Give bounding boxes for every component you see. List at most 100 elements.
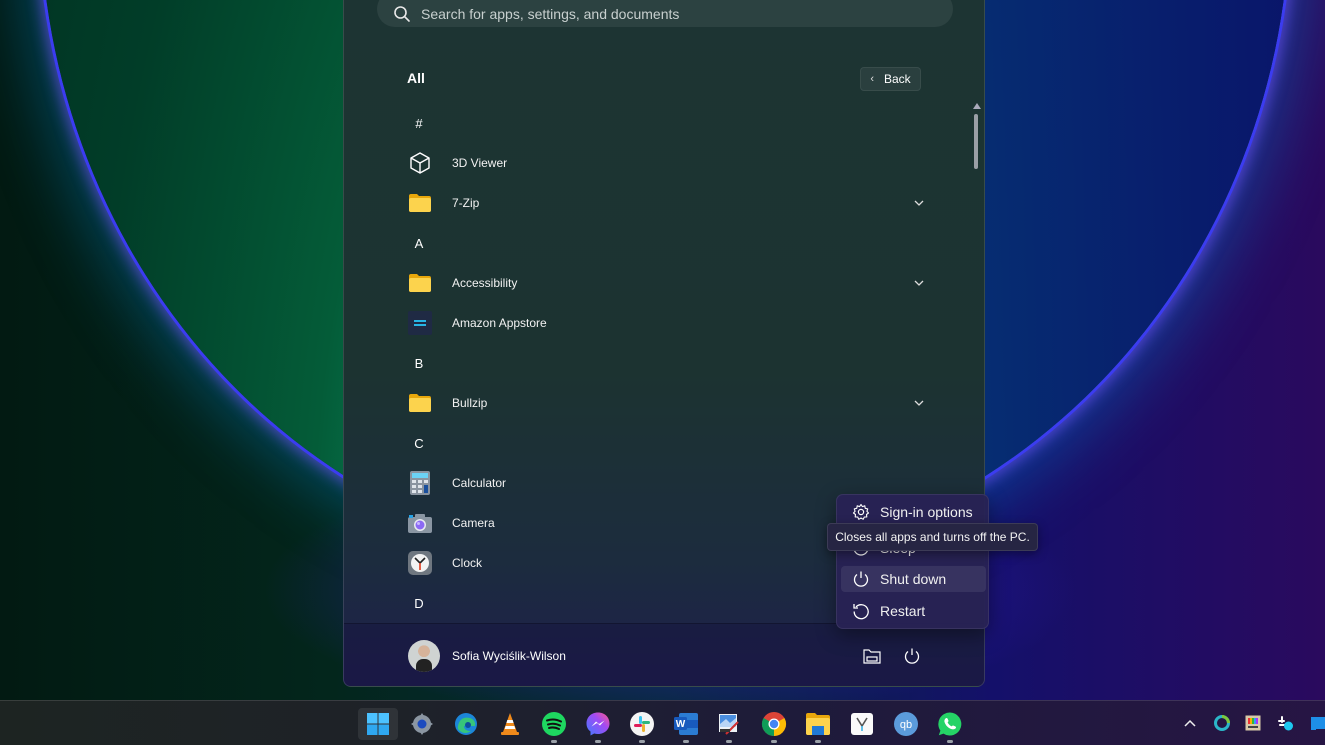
running-indicator <box>947 740 953 743</box>
running-indicator <box>551 740 557 743</box>
taskbar-qbittorrent[interactable]: qb <box>886 708 926 740</box>
running-indicator <box>639 740 645 743</box>
folder-item-7zip[interactable]: 7-Zip <box>407 183 927 223</box>
letter-label: # <box>415 115 423 131</box>
paint-icon <box>719 714 739 735</box>
letter-header[interactable]: A <box>407 223 927 263</box>
restart-icon <box>851 601 871 621</box>
tray-app[interactable] <box>1305 711 1325 735</box>
camera-icon <box>407 510 433 536</box>
taskbar-word[interactable]: W <box>666 708 706 743</box>
menu-item-label: Restart <box>880 603 926 619</box>
calculator-icon <box>407 470 433 496</box>
back-button[interactable]: ‹ Back <box>860 67 921 91</box>
avatar[interactable] <box>408 640 440 672</box>
app-name: Camera <box>452 516 495 530</box>
scroll-up-arrow-icon[interactable] <box>973 103 981 109</box>
chevron-down-icon[interactable] <box>913 277 925 289</box>
tray-colour-app[interactable] <box>1241 711 1265 735</box>
app-name: 3D Viewer <box>452 156 508 170</box>
shut-down-tooltip: Closes all apps and turns off the PC. <box>827 523 1038 551</box>
running-indicator <box>595 740 601 743</box>
running-indicator <box>815 740 821 743</box>
taskbar-edge[interactable] <box>446 708 486 740</box>
letter-label: D <box>414 595 424 611</box>
taskbar-whatsapp[interactable] <box>930 708 970 743</box>
letter-label: B <box>414 355 424 371</box>
folder-item-bullzip[interactable]: Bullzip <box>407 383 927 423</box>
restart-item[interactable]: Restart <box>841 598 986 624</box>
messenger-icon <box>586 712 610 736</box>
app-item-3d-viewer[interactable]: 3D Viewer <box>407 143 927 183</box>
user-name[interactable]: Sofia Wyciślik-Wilson <box>452 649 566 663</box>
settings-gear-icon <box>411 713 433 735</box>
ring-icon <box>1214 715 1230 731</box>
cube-icon <box>407 150 433 176</box>
slack-notify-icon <box>1278 716 1293 731</box>
app-item-amazon-appstore[interactable]: Amazon Appstore <box>407 303 927 343</box>
edge-icon <box>455 713 477 735</box>
folder-outline-icon <box>863 649 881 664</box>
letter-header[interactable]: B <box>407 343 927 383</box>
taskbar-file-explorer[interactable] <box>798 708 838 743</box>
app-name: Accessibility <box>452 276 518 290</box>
svg-text:W: W <box>676 719 686 730</box>
section-title: All <box>407 70 425 86</box>
chevron-down-icon[interactable] <box>913 397 925 409</box>
app-name: Calculator <box>452 476 507 490</box>
tray-sync[interactable] <box>1210 711 1234 735</box>
taskbar-vivaldi[interactable] <box>842 708 882 740</box>
power-menu: Sign-in options Sleep Shut down Restart <box>836 494 989 629</box>
vlc-icon <box>501 713 519 735</box>
word-icon: W <box>674 713 698 735</box>
letter-header[interactable]: C <box>407 423 927 463</box>
menu-item-label: Shut down <box>880 571 947 587</box>
taskbar: W qb <box>0 700 1325 745</box>
letter-header[interactable]: # <box>407 103 927 143</box>
folder-item-accessibility[interactable]: Accessibility <box>407 263 927 303</box>
chrome-icon <box>761 712 787 736</box>
svg-text:qb: qb <box>900 719 912 731</box>
taskbar-start-button[interactable] <box>358 708 398 740</box>
app-name: Amazon Appstore <box>452 316 547 330</box>
spotify-icon <box>542 712 566 736</box>
taskbar-settings[interactable] <box>402 708 442 740</box>
back-label: Back <box>883 72 911 86</box>
tray-show-hidden[interactable] <box>1178 711 1202 735</box>
chevron-down-icon[interactable] <box>913 197 925 209</box>
power-button[interactable] <box>898 642 926 670</box>
letter-label: A <box>414 235 424 251</box>
clock-icon <box>407 550 433 576</box>
chevron-up-icon <box>1184 719 1196 727</box>
letter-label: C <box>414 435 424 451</box>
menu-item-label: Sign-in options <box>880 504 973 520</box>
start-footer: Sofia Wyciślik-Wilson <box>344 623 984 686</box>
search-input[interactable]: Search for apps, settings, and documents <box>421 6 679 22</box>
search-box[interactable]: Search for apps, settings, and documents <box>377 0 953 27</box>
taskbar-vlc[interactable] <box>490 708 530 740</box>
qbittorrent-icon: qb <box>894 712 918 736</box>
sign-in-options-item[interactable]: Sign-in options <box>841 499 986 525</box>
scroll-thumb[interactable] <box>974 114 978 169</box>
app-name: 7-Zip <box>452 196 480 210</box>
gear-icon <box>851 502 871 522</box>
folder-icon <box>407 270 433 296</box>
taskbar-messenger[interactable] <box>578 708 618 743</box>
shut-down-item[interactable]: Shut down <box>841 566 986 592</box>
slack-icon <box>630 712 654 736</box>
taskbar-spotify[interactable] <box>534 708 574 743</box>
blue-app-icon <box>1311 717 1325 730</box>
file-explorer-button[interactable] <box>858 642 886 670</box>
running-indicator <box>683 740 689 743</box>
running-indicator <box>726 740 732 743</box>
vivaldi-icon <box>851 713 873 735</box>
taskbar-slack[interactable] <box>622 708 662 743</box>
power-icon <box>851 569 871 589</box>
tray-slack[interactable] <box>1273 711 1297 735</box>
taskbar-chrome[interactable] <box>754 708 794 743</box>
app-name: Clock <box>452 556 483 570</box>
windows-logo-icon <box>367 713 389 735</box>
chevron-left-icon: ‹ <box>870 73 874 85</box>
folder-icon <box>806 713 830 735</box>
taskbar-paint[interactable] <box>709 708 749 743</box>
